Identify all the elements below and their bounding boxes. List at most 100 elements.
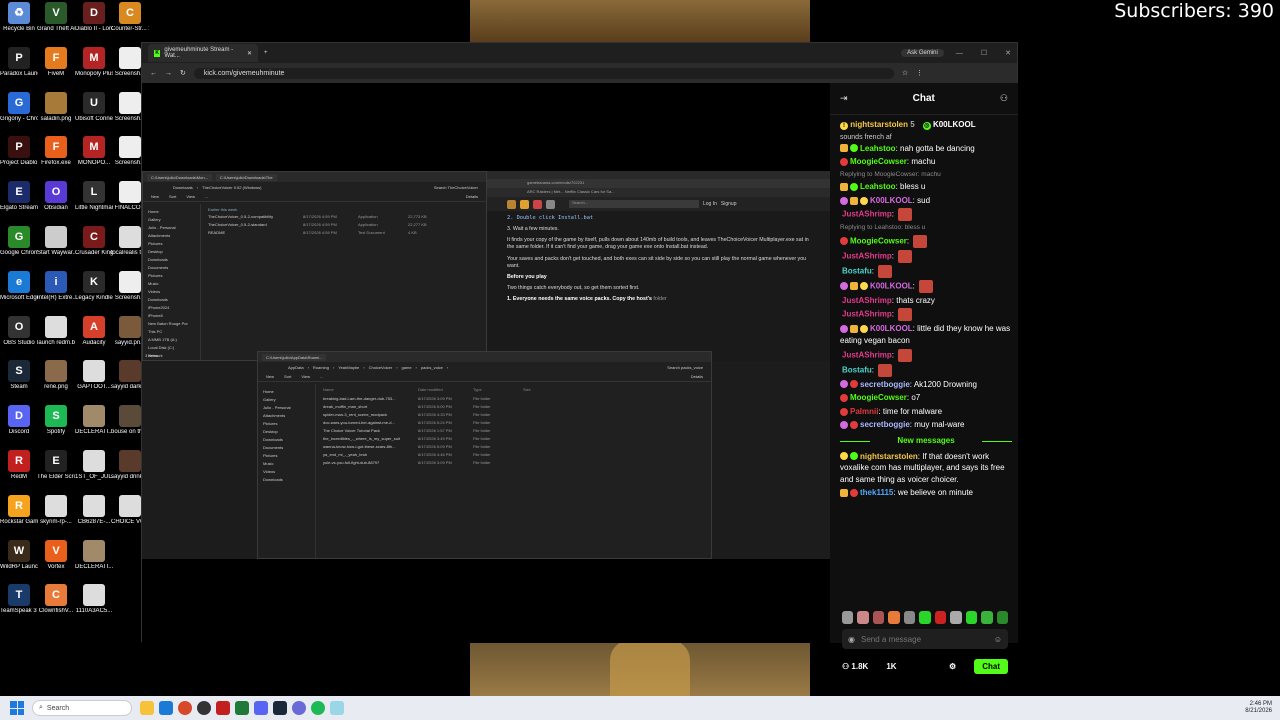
chat-message[interactable]: secretboggie: muy mal-ware <box>840 419 1012 431</box>
chat-username[interactable]: JustAShrimp <box>842 210 892 219</box>
desktop-icon[interactable]: F FiveM <box>37 46 75 78</box>
nav-item[interactable]: Downloads <box>261 475 312 483</box>
chat-username[interactable]: MoogieCowser <box>850 393 907 402</box>
new-button[interactable]: New <box>151 194 159 199</box>
path-segment[interactable]: AppData <box>288 365 304 370</box>
file-row[interactable]: dreak_muffin_man_short 8/17/2026 5:00 PM F… <box>323 402 708 410</box>
nav-item[interactable]: Desktop <box>146 247 197 255</box>
chat-message[interactable]: MoogieCowser: <box>840 234 1012 248</box>
chat-username[interactable]: MoogieCowser <box>850 157 907 166</box>
chat-username[interactable]: JustAShrimp <box>842 251 892 260</box>
emote-icon[interactable] <box>919 611 931 624</box>
nav-item[interactable]: Julio - Personal <box>261 403 312 411</box>
chat-message[interactable]: JustAShrimp: <box>840 348 1012 362</box>
emote-icon[interactable] <box>872 611 885 624</box>
desktop-icon[interactable]: O Obsidian <box>37 181 75 212</box>
chat-message[interactable]: nightstarstolen: If that doesn't work vo… <box>840 451 1012 486</box>
emote-icon[interactable] <box>934 611 947 624</box>
desktop-icon[interactable]: C Crusader Kings III <box>75 226 113 257</box>
nav-item[interactable]: Music <box>146 279 197 287</box>
nav-item[interactable]: A MMB 1TB (A:) <box>146 335 197 343</box>
path-segment[interactable]: ChoiceVoicer <box>369 365 393 370</box>
emote-icon[interactable] <box>842 611 854 624</box>
desktop-icon[interactable]: i Intel(R) Extre... <box>37 270 75 302</box>
maximize-button[interactable]: ☐ <box>975 49 993 57</box>
nav-item[interactable]: Downloads <box>146 255 197 263</box>
settings-icon[interactable]: ⚙ <box>949 662 956 671</box>
ask-gemini-button[interactable]: Ask Gemini <box>901 49 944 57</box>
start-button[interactable] <box>10 701 24 715</box>
reload-icon[interactable]: ↻ <box>180 69 186 77</box>
emote-icon[interactable] <box>950 611 962 624</box>
desktop-icon[interactable]: launch redm.bat <box>37 315 75 347</box>
star-icon[interactable]: ☆ <box>902 69 908 77</box>
gb-url[interactable]: gamebanana.com/mods/702231 <box>487 179 830 188</box>
desktop-icon[interactable]: RRockstar Games ... <box>0 494 38 526</box>
send-chat-button[interactable]: Chat <box>974 659 1008 674</box>
desktop-icon[interactable]: R RedM <box>0 450 38 481</box>
nav-item[interactable]: Gallery <box>261 395 312 403</box>
path-segment[interactable]: Roaming <box>313 365 329 370</box>
file-row[interactable]: yule-vs-you-full-fight-dub-88797 8/17/202… <box>323 458 708 466</box>
edge-icon[interactable] <box>159 701 173 715</box>
explorer-tab[interactable]: C:\Users\julio\Downloads\The <box>215 173 277 181</box>
file-row[interactable]: The Choice Voicer Tutorial Pack 8/17/2026… <box>323 426 708 434</box>
desktop-icon[interactable]: rene.png <box>37 360 75 391</box>
login-link[interactable]: Log In <box>703 201 717 207</box>
nav-item[interactable]: Documents <box>146 263 197 271</box>
nav-item[interactable]: Downloads <box>261 435 312 443</box>
nav-item[interactable]: New Baton Rouge Por <box>146 319 197 327</box>
emote-icon[interactable] <box>996 611 1008 624</box>
chat-message[interactable]: thek1115: we believe on minute <box>840 487 1012 499</box>
explorer-tab[interactable]: C:\Users\julio\Downloads\Mon... <box>147 173 212 181</box>
minimize-button[interactable]: — <box>950 50 969 57</box>
sort-button[interactable]: Sort <box>169 194 176 199</box>
info-icon[interactable]: ◉ <box>848 635 855 644</box>
chat-username[interactable]: Palmnii <box>850 407 878 416</box>
emote-icon[interactable] <box>903 611 916 624</box>
nav-item[interactable]: Attachments <box>146 231 197 239</box>
path-segment[interactable]: Downloads <box>173 185 193 190</box>
desktop-icon[interactable]: saladin.png <box>37 91 75 123</box>
viewers-count[interactable]: ⚇ 1.8K <box>842 662 868 671</box>
view-button[interactable]: View <box>186 194 195 199</box>
chat-message[interactable]: JustAShrimp: <box>840 208 1012 222</box>
more-button[interactable]: ... <box>320 374 323 379</box>
desktop-icon[interactable]: D Diablo II - Lord of D... <box>75 2 113 33</box>
gb-search-input[interactable]: Search... <box>569 200 699 208</box>
nav-item[interactable]: iPhone8 <box>146 311 197 319</box>
chat-message[interactable]: K00LKOOL: <box>840 279 1012 293</box>
desktop-icon[interactable]: G Google Chrome <box>0 226 38 257</box>
send-message-input[interactable] <box>860 634 988 644</box>
chat-message[interactable]: secretboggie: Ak1200 Drowning <box>840 379 1012 391</box>
desktop-icon[interactable]: A Audacity <box>75 315 113 347</box>
details-button[interactable]: Details <box>466 194 478 199</box>
chat-username[interactable]: Bostafu <box>842 266 872 275</box>
path-segment[interactable]: YeahMaybe <box>338 365 359 370</box>
emote-icon[interactable] <box>965 611 978 624</box>
gb-logo-icon[interactable] <box>507 199 516 209</box>
path-segment[interactable]: game <box>402 365 412 370</box>
file-row[interactable]: the_incredibles_-_where_is_my_super_suit… <box>323 434 708 442</box>
nav-item[interactable]: Downloads <box>146 295 197 303</box>
url-field[interactable]: kick.com/givemeuhminute <box>193 67 894 79</box>
taskbar-search[interactable]: ⌕ Search <box>32 700 132 716</box>
file-row[interactable]: README 8/17/2026 4:59 PM Text Document 4 KB <box>208 228 483 236</box>
menu-icon[interactable]: ⋮ <box>916 69 923 77</box>
chat-username[interactable]: secretboggie <box>860 380 910 389</box>
chat-users-icon[interactable]: ⚇ <box>1000 93 1008 104</box>
emote-icon[interactable] <box>857 611 869 624</box>
nav-item[interactable]: iPhone2024 <box>146 303 197 311</box>
new-button[interactable]: New <box>266 374 274 379</box>
file-row[interactable]: spider-man-3_rent_scene_modpack 8/17/2026… <box>323 410 708 418</box>
desktop-icon[interactable]: WWildRP Launcher <box>0 539 38 571</box>
chat-username[interactable]: nightstarstolen <box>860 452 918 461</box>
browser-tab[interactable]: K givemeuhminute Stream - Wat... ✕ <box>148 44 258 62</box>
file-row[interactable]: TheChoiceVoicer_0.5-2-standard 8/17/2026 … <box>208 220 483 228</box>
desktop-icon[interactable]: S Steam <box>0 360 38 391</box>
desktop-icon[interactable]: M Monopoly Plus <box>75 46 113 78</box>
chat-message[interactable]: Bostafu: <box>840 264 1012 278</box>
file-row[interactable]: TheChoiceVoicer_0.5-2-compatibility 8/17/… <box>208 212 483 220</box>
desktop-icon[interactable]: CB6287E-... <box>75 494 113 526</box>
details-button[interactable]: Details <box>691 374 703 379</box>
